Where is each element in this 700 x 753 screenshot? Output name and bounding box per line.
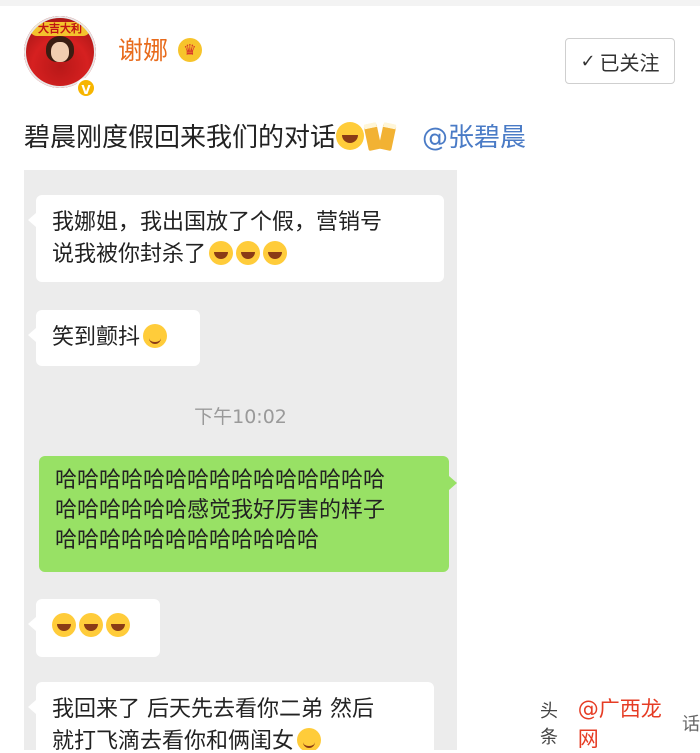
follow-button[interactable]: ✓ 已关注 [565, 38, 675, 84]
emoji-row [52, 611, 144, 643]
laughing-emoji-icon [336, 122, 365, 150]
chat-timestamp: 下午10:02 [194, 406, 287, 428]
tears-of-joy-emoji-icon [263, 241, 288, 265]
chat-bubble-received: 我娜姐，我出国放了个假，营销号 说我被你封杀了 [28, 195, 444, 282]
message-line: 哈哈哈哈哈哈哈哈哈哈哈哈哈哈哈 [55, 468, 386, 493]
grin-emoji-icon [297, 728, 322, 750]
beer-cheers-emoji-icon [363, 121, 397, 152]
mention-link[interactable]: @张碧晨 [422, 123, 526, 153]
watermark-brand: 头条 [540, 701, 558, 748]
message-line: 就打飞滴去看你和俩闺女 [52, 726, 418, 750]
watermark-suffix: 话 [682, 714, 700, 735]
tears-of-joy-emoji-icon [106, 613, 130, 637]
message-line: 笑到颤抖 [52, 322, 184, 354]
chat-bubble-received [28, 599, 160, 657]
message-line: 我娜姐，我出国放了个假，营销号 [52, 210, 383, 235]
smile-emoji-icon [143, 324, 168, 348]
post-body: 碧晨刚度假回来我们的对话 [24, 123, 337, 153]
check-icon: ✓ [580, 50, 596, 72]
verified-badge-icon: V [76, 78, 96, 98]
post-text: 碧晨刚度假回来我们的对话 @张碧晨 [24, 119, 526, 157]
tears-of-joy-emoji-icon [236, 241, 261, 265]
chat-bubble-received: 我回来了 后天先去看你二弟 然后 就打飞滴去看你和俩闺女 [28, 682, 434, 750]
message-line: 哈哈哈哈哈哈感觉我好厉害的样子 [55, 498, 386, 523]
message-line: 哈哈哈哈哈哈哈哈哈哈哈哈 [55, 528, 320, 553]
tears-of-joy-emoji-icon [52, 613, 76, 637]
message-line: 我回来了 后天先去看你二弟 然后 [52, 697, 374, 722]
top-divider [0, 0, 700, 6]
chat-bubble-received: 笑到颤抖 [28, 310, 200, 366]
chat-bubble-sent: 哈哈哈哈哈哈哈哈哈哈哈哈哈哈哈 哈哈哈哈哈哈感觉我好厉害的样子 哈哈哈哈哈哈哈哈… [39, 456, 457, 572]
tears-of-joy-emoji-icon [79, 613, 103, 637]
crown-icon: ♛ [178, 38, 202, 62]
tears-of-joy-emoji-icon [209, 241, 234, 265]
follow-button-label: 已关注 [599, 50, 660, 75]
message-line: 说我被你封杀了 [52, 239, 428, 271]
watermark: 头条 @广西龙网 话 [540, 697, 700, 751]
watermark-source: @广西龙网 [577, 697, 662, 751]
username[interactable]: 谢娜 [118, 34, 168, 68]
chat-screenshot[interactable]: 我娜姐，我出国放了个假，营销号 说我被你封杀了 笑到颤抖 下午10:02 哈哈哈… [24, 170, 457, 750]
